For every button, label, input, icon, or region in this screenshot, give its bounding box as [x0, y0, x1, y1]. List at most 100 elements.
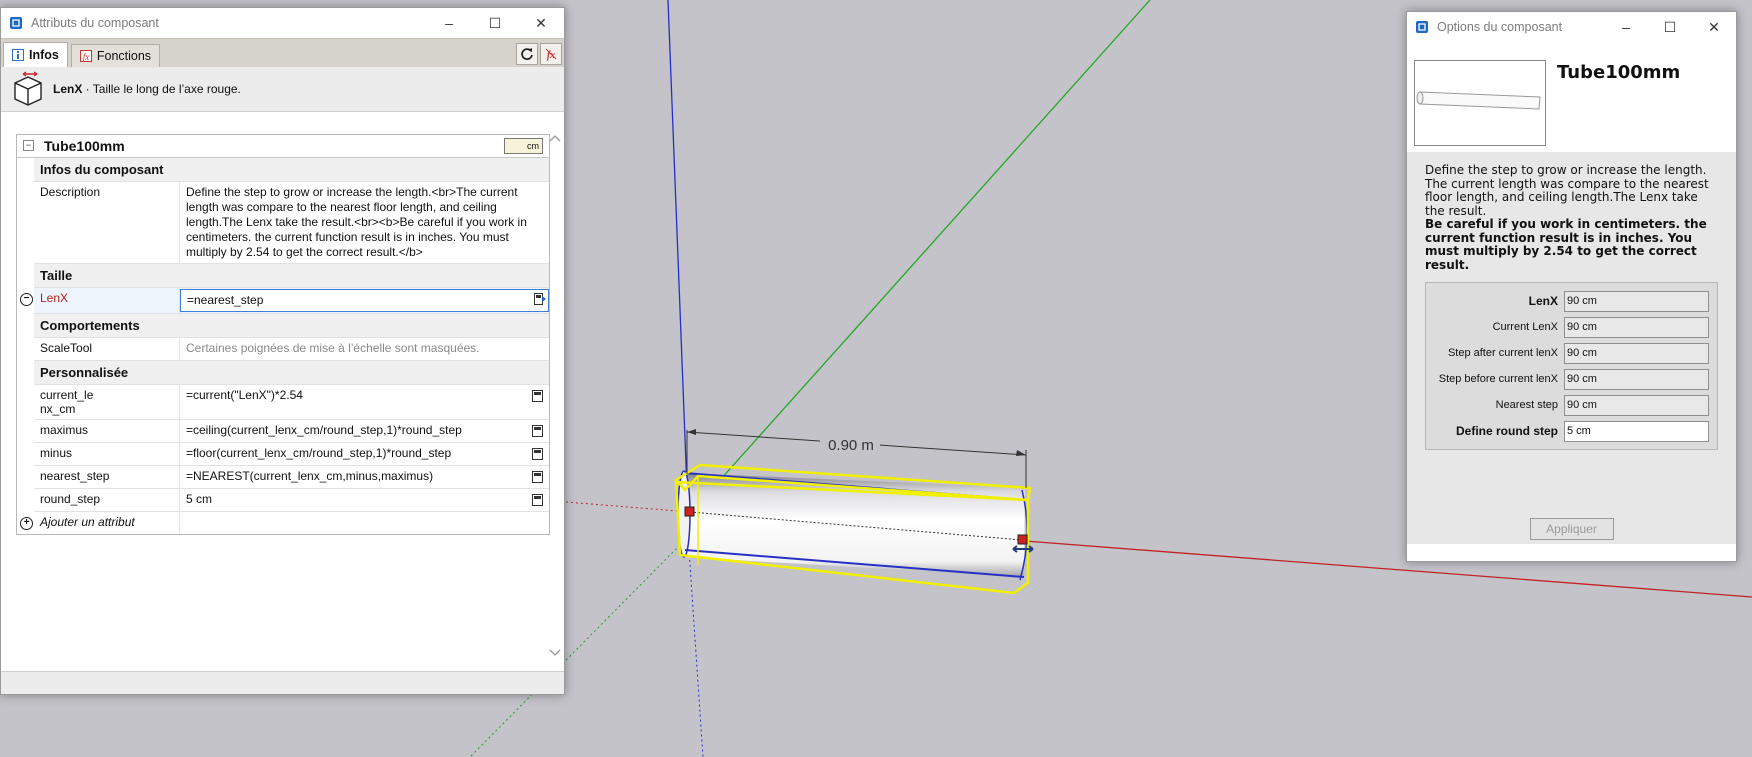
tab-infos[interactable]: Infos	[3, 42, 68, 67]
maximize-button[interactable]: ☐	[1648, 12, 1692, 42]
refresh-icon	[521, 48, 533, 60]
add-attribute-label[interactable]: Ajouter un attribut	[34, 512, 180, 534]
toggle-formula-button[interactable]: fx	[540, 43, 562, 65]
attribute-row-scaletool[interactable]: ScaleTool Certaines poignées de mise à l…	[34, 338, 549, 361]
window-title: Attributs du composant	[31, 16, 159, 30]
tab-infos-label: Infos	[29, 48, 59, 62]
attribute-name: current_le nx_cm	[34, 385, 180, 419]
options-form: LenX 90 cm Current LenX 90 cm Step after…	[1425, 282, 1718, 450]
tab-fonctions-label: Fonctions	[96, 49, 152, 63]
lenx-formula: =nearest_step	[187, 293, 264, 307]
attribute-row-custom[interactable]: round_step 5 cm	[34, 489, 549, 512]
maximize-button[interactable]: ☐	[472, 8, 518, 38]
component-cube-icon	[14, 71, 42, 106]
option-row: Step after current lenX 90 cm	[1434, 340, 1709, 366]
header-attribute-name: LenX	[53, 82, 83, 96]
attribute-value[interactable]: 5 cm	[180, 489, 549, 511]
option-label: Step after current lenX	[1447, 347, 1558, 359]
attribute-info-header: LenX · Taille le long de l’axe rouge.	[1, 67, 564, 112]
option-label: Step before current lenX	[1438, 373, 1558, 385]
attribute-value[interactable]: Define the step to grow or increase the …	[180, 182, 549, 263]
header-separator: ·	[82, 82, 93, 96]
dimension-label: 0.90 m	[828, 437, 874, 454]
options-body: Define the step to grow or increase the …	[1407, 152, 1736, 544]
component-attributes-window: Attributs du composant – ☐ ✕ Infos fx Fo…	[0, 7, 565, 695]
attribute-row-custom[interactable]: current_le nx_cm =current("LenX")*2.54	[34, 385, 549, 420]
minimize-button[interactable]: –	[426, 8, 472, 38]
status-bar	[1, 671, 564, 694]
remove-attribute-button[interactable]: −	[20, 293, 33, 306]
attribute-row-lenx[interactable]: LenX =nearest_step	[34, 288, 549, 314]
sketchup-icon	[10, 17, 22, 29]
attribute-name: maximus	[34, 420, 180, 442]
component-description: Define the step to grow or increase the …	[1407, 152, 1736, 272]
component-thumbnail	[1414, 60, 1546, 146]
close-button[interactable]: ✕	[1692, 12, 1736, 42]
tube-component[interactable]	[674, 463, 1034, 595]
calculator-icon[interactable]	[532, 425, 543, 437]
titlebar: Options du composant – ☐ ✕	[1407, 12, 1736, 42]
option-label: Nearest step	[1495, 399, 1558, 411]
attribute-name: nearest_step	[34, 466, 180, 488]
attribute-name: ScaleTool	[34, 338, 180, 360]
formula-edit-icon[interactable]	[534, 293, 546, 305]
attribute-row-custom[interactable]: maximus =ceiling(current_lenx_cm/round_s…	[34, 420, 549, 443]
section-behaviors: Comportements	[34, 314, 549, 338]
add-attribute-row[interactable]: Ajouter un attribut	[34, 512, 549, 534]
tab-fonctions[interactable]: fx Fonctions	[70, 44, 161, 67]
scroll-up-arrow[interactable]	[549, 133, 561, 143]
attribute-value[interactable]: =floor(current_lenx_cm/round_step,1)*rou…	[180, 443, 549, 465]
option-value: 90 cm	[1564, 368, 1709, 390]
section-custom: Personnalisée	[34, 361, 549, 385]
option-row: Nearest step 90 cm	[1434, 392, 1709, 418]
attribute-value[interactable]: =NEAREST(current_lenx_cm,minus,maximus)	[180, 466, 549, 488]
minimize-button[interactable]: –	[1604, 12, 1648, 42]
attribute-row-custom[interactable]: nearest_step =NEAREST(current_lenx_cm,mi…	[34, 466, 549, 489]
sketchup-icon	[1416, 21, 1428, 33]
attribute-value-input[interactable]: =nearest_step	[180, 289, 549, 312]
option-row: Define round step 5 cm	[1434, 418, 1709, 444]
option-row: Current LenX 90 cm	[1434, 314, 1709, 340]
calculator-icon[interactable]	[532, 471, 543, 483]
attribute-value[interactable]: =current("LenX")*2.54	[180, 385, 549, 419]
section-size: Taille	[34, 264, 549, 288]
calculator-icon[interactable]	[532, 448, 543, 460]
collapse-toggle[interactable]: −	[23, 140, 34, 151]
green-axis	[719, 0, 1151, 481]
option-label: LenX	[1528, 294, 1558, 308]
option-value: 90 cm	[1564, 290, 1709, 312]
attribute-name: minus	[34, 443, 180, 465]
calculator-icon[interactable]	[532, 390, 543, 402]
close-button[interactable]: ✕	[518, 8, 564, 38]
svg-text:fx: fx	[83, 52, 90, 62]
option-row: Step before current lenX 90 cm	[1434, 366, 1709, 392]
round-step-input[interactable]: 5 cm	[1564, 420, 1709, 442]
component-options-window: Options du composant – ☐ ✕ Tube100mm Def…	[1406, 11, 1737, 562]
option-value: 90 cm	[1564, 316, 1709, 338]
scroll-down-arrow[interactable]	[549, 648, 561, 658]
tube-thumbnail	[1416, 91, 1541, 110]
attribute-name: round_step	[34, 489, 180, 511]
attribute-row-custom[interactable]: minus =floor(current_lenx_cm/round_step,…	[34, 443, 549, 466]
refresh-button[interactable]	[516, 43, 538, 65]
description-warning: Be careful if you work in centimeters. t…	[1425, 217, 1707, 272]
formula-icon: fx	[545, 48, 557, 61]
attribute-value[interactable]: Certaines poignées de mise à l’échelle s…	[180, 338, 549, 360]
component-title: Tube100mm	[1557, 62, 1681, 83]
calculator-icon[interactable]	[532, 494, 543, 506]
unit-toggle-button[interactable]: cm	[504, 138, 543, 154]
option-value: 90 cm	[1564, 342, 1709, 364]
attribute-name: Description	[34, 182, 180, 263]
attributes-panel: − Tube100mm cm Infos du composant Descri…	[16, 134, 550, 535]
header-attribute-description: Taille le long de l’axe rouge.	[92, 82, 241, 96]
component-header: − Tube100mm cm	[17, 135, 549, 158]
attribute-row-description[interactable]: Description Define the step to grow or i…	[34, 182, 549, 264]
apply-button[interactable]: Appliquer	[1529, 518, 1614, 540]
attribute-value[interactable]: =ceiling(current_lenx_cm/round_step,1)*r…	[180, 420, 549, 442]
add-attribute-icon[interactable]: +	[20, 517, 33, 530]
info-icon	[12, 49, 24, 61]
component-name: Tube100mm	[44, 138, 125, 154]
function-icon: fx	[79, 50, 92, 62]
blue-axis	[667, 0, 688, 491]
attribute-name: LenX	[34, 288, 180, 313]
